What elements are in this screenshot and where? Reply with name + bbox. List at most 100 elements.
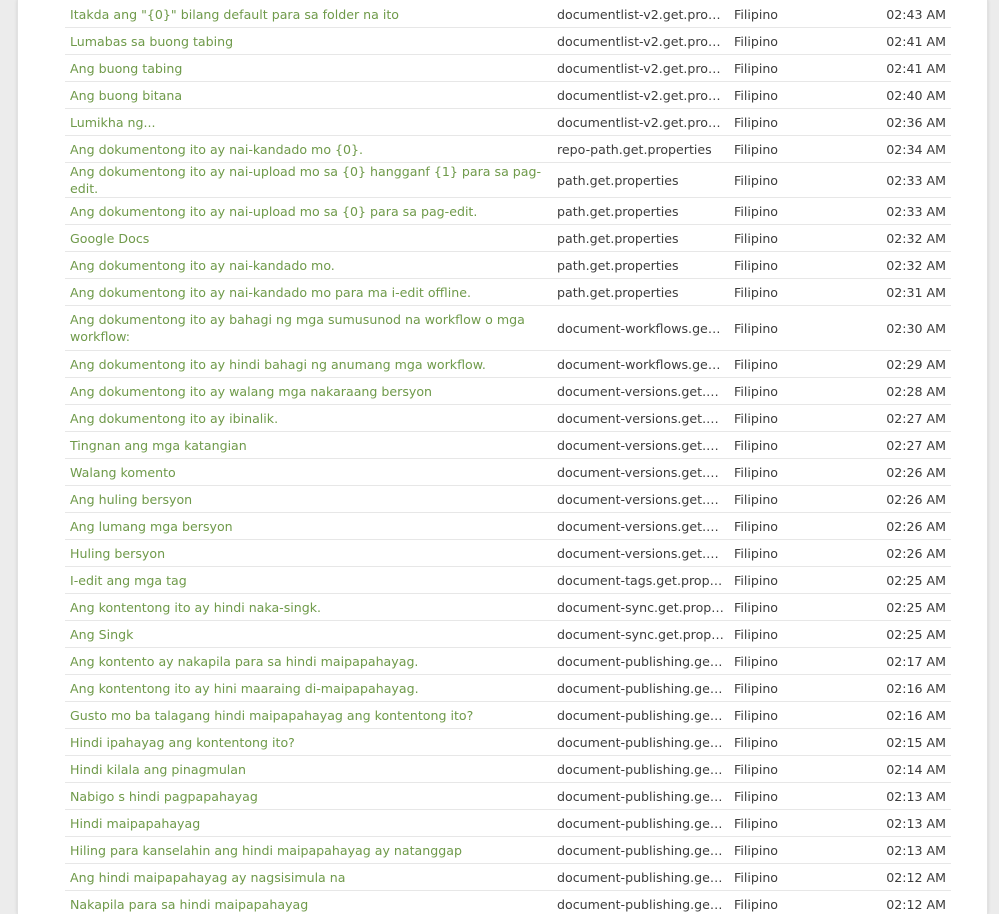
- message-link[interactable]: Tingnan ang mga katangian: [70, 438, 247, 453]
- table-row[interactable]: Hiling para kanselahin ang hindi maipapa…: [65, 836, 951, 864]
- message-link[interactable]: Ang dokumentong ito ay nai-kandado mo pa…: [70, 285, 471, 300]
- language-cell: Filipino: [729, 890, 859, 914]
- time-cell: 02:33 AM: [859, 197, 951, 225]
- table-row[interactable]: Huling bersyon document-versions.get.pro…: [65, 539, 951, 567]
- timestamp: 02:13 AM: [886, 815, 946, 831]
- message-link[interactable]: Ang huling bersyon: [70, 492, 192, 507]
- message-link[interactable]: Ang kontentong ito ay hindi naka-singk.: [70, 600, 321, 615]
- message-link[interactable]: Lumikha ng...: [70, 115, 156, 130]
- message-link[interactable]: Huling bersyon: [70, 546, 165, 561]
- table-row[interactable]: Ang kontento ay nakapila para sa hindi m…: [65, 647, 951, 675]
- key-cell: path.get.properties: [552, 278, 729, 306]
- message-link[interactable]: Hindi maipapahayag: [70, 816, 200, 831]
- table-row[interactable]: Ang dokumentong ito ay bahagi ng mga sum…: [65, 305, 951, 351]
- table-row[interactable]: I-edit ang mga tag document-tags.get.pro…: [65, 566, 951, 594]
- message-link[interactable]: Hindi kilala ang pinagmulan: [70, 762, 246, 777]
- table-row[interactable]: Ang kontentong ito ay hini maaraing di-m…: [65, 674, 951, 702]
- table-row[interactable]: Lumikha ng... documentlist-v2.get.proper…: [65, 108, 951, 136]
- message-link[interactable]: Ang Singk: [70, 627, 133, 642]
- resource-key: document-tags.get.properties: [557, 572, 724, 588]
- key-cell: document-tags.get.properties: [552, 566, 729, 594]
- time-cell: 02:13 AM: [859, 836, 951, 864]
- table-row[interactable]: Ang huling bersyon document-versions.get…: [65, 485, 951, 513]
- timestamp: 02:15 AM: [886, 734, 946, 750]
- message-link[interactable]: Walang komento: [70, 465, 176, 480]
- language-cell: Filipino: [729, 278, 859, 306]
- message-link[interactable]: Nabigo s hindi pagpapahayag: [70, 789, 258, 804]
- message-cell: Ang Singk: [65, 620, 552, 648]
- table-row[interactable]: Hindi kilala ang pinagmulan document-pub…: [65, 755, 951, 783]
- message-link[interactable]: Ang buong bitana: [70, 88, 182, 103]
- message-link[interactable]: Gusto mo ba talagang hindi maipapahayag …: [70, 708, 473, 723]
- message-link[interactable]: Ang hindi maipapahayag ay nagsisimula na: [70, 870, 345, 885]
- time-cell: 02:12 AM: [859, 890, 951, 914]
- message-link[interactable]: I-edit ang mga tag: [70, 573, 187, 588]
- timestamp: 02:26 AM: [886, 518, 946, 534]
- message-link[interactable]: Ang kontento ay nakapila para sa hindi m…: [70, 654, 418, 669]
- message-link[interactable]: Ang kontentong ito ay hini maaraing di-m…: [70, 681, 419, 696]
- message-cell: Ang huling bersyon: [65, 485, 552, 513]
- message-link[interactable]: Ang dokumentong ito ay nai-upload mo sa …: [70, 164, 541, 196]
- table-row[interactable]: Ang dokumentong ito ay nai-kandado mo pa…: [65, 278, 951, 306]
- table-row[interactable]: Nakapila para sa hindi maipapahayag docu…: [65, 890, 951, 914]
- message-link[interactable]: Lumabas sa buong tabing: [70, 34, 233, 49]
- table-row[interactable]: Nabigo s hindi pagpapahayag document-pub…: [65, 782, 951, 810]
- resource-key: document-publishing.get.properties: [557, 788, 724, 804]
- time-cell: 02:33 AM: [859, 162, 951, 198]
- message-link[interactable]: Ang buong tabing: [70, 61, 182, 76]
- language-cell: Filipino: [729, 809, 859, 837]
- table-row[interactable]: Ang dokumentong ito ay nai-kandado mo {0…: [65, 135, 951, 163]
- message-cell: Gusto mo ba talagang hindi maipapahayag …: [65, 701, 552, 729]
- message-link[interactable]: Ang dokumentong ito ay nai-upload mo sa …: [70, 204, 477, 219]
- resource-key: document-publishing.get.properties: [557, 734, 724, 750]
- message-cell: Ang lumang mga bersyon: [65, 512, 552, 540]
- table-row[interactable]: Ang dokumentong ito ay ibinalik. documen…: [65, 404, 951, 432]
- message-link[interactable]: Hiling para kanselahin ang hindi maipapa…: [70, 843, 462, 858]
- language-label: Filipino: [734, 141, 779, 157]
- table-row[interactable]: Ang lumang mga bersyon document-versions…: [65, 512, 951, 540]
- table-row[interactable]: Ang buong tabing documentlist-v2.get.pro…: [65, 54, 951, 82]
- message-link[interactable]: Ang dokumentong ito ay nai-kandado mo.: [70, 258, 335, 273]
- message-link[interactable]: Ang dokumentong ito ay hindi bahagi ng a…: [70, 357, 486, 372]
- table-row[interactable]: Gusto mo ba talagang hindi maipapahayag …: [65, 701, 951, 729]
- message-link[interactable]: Itakda ang "{0}" bilang default para sa …: [70, 7, 399, 22]
- timestamp: 02:41 AM: [886, 60, 946, 76]
- table-row[interactable]: Walang komento document-versions.get.pro…: [65, 458, 951, 486]
- message-link[interactable]: Ang dokumentong ito ay ibinalik.: [70, 411, 278, 426]
- message-link[interactable]: Ang dokumentong ito ay walang mga nakara…: [70, 384, 432, 399]
- time-cell: 02:27 AM: [859, 404, 951, 432]
- timestamp: 02:29 AM: [886, 356, 946, 372]
- resource-key: document-publishing.get.properties: [557, 680, 724, 696]
- message-link[interactable]: Hindi ipahayag ang kontentong ito?: [70, 735, 295, 750]
- message-link[interactable]: Ang dokumentong ito ay bahagi ng mga sum…: [70, 312, 525, 344]
- language-label: Filipino: [734, 491, 779, 507]
- message-link[interactable]: Google Docs: [70, 231, 149, 246]
- table-row[interactable]: Tingnan ang mga katangian document-versi…: [65, 431, 951, 459]
- language-label: Filipino: [734, 203, 779, 219]
- table-row[interactable]: Ang dokumentong ito ay hindi bahagi ng a…: [65, 350, 951, 378]
- key-cell: document-publishing.get.properties: [552, 728, 729, 756]
- table-row[interactable]: Google Docs path.get.properties Filipino…: [65, 224, 951, 252]
- table-row[interactable]: Ang dokumentong ito ay walang mga nakara…: [65, 377, 951, 405]
- table-row[interactable]: Ang hindi maipapahayag ay nagsisimula na…: [65, 863, 951, 891]
- message-link[interactable]: Nakapila para sa hindi maipapahayag: [70, 897, 308, 912]
- table-row[interactable]: Itakda ang "{0}" bilang default para sa …: [65, 1, 951, 28]
- table-row[interactable]: Ang dokumentong ito ay nai-upload mo sa …: [65, 162, 951, 198]
- table-row[interactable]: Ang Singk document-sync.get.properties F…: [65, 620, 951, 648]
- table-row[interactable]: Ang dokumentong ito ay nai-upload mo sa …: [65, 197, 951, 225]
- message-cell: Ang dokumentong ito ay hindi bahagi ng a…: [65, 350, 552, 378]
- table-row[interactable]: Ang buong bitana documentlist-v2.get.pro…: [65, 81, 951, 109]
- timestamp: 02:36 AM: [886, 114, 946, 130]
- message-link[interactable]: Ang dokumentong ito ay nai-kandado mo {0…: [70, 142, 363, 157]
- table-row[interactable]: Hindi ipahayag ang kontentong ito? docum…: [65, 728, 951, 756]
- key-cell: document-publishing.get.properties: [552, 863, 729, 891]
- message-cell: Lumabas sa buong tabing: [65, 27, 552, 55]
- table-row[interactable]: Lumabas sa buong tabing documentlist-v2.…: [65, 27, 951, 55]
- time-cell: 02:41 AM: [859, 54, 951, 82]
- table-row[interactable]: Ang kontentong ito ay hindi naka-singk. …: [65, 593, 951, 621]
- key-cell: documentlist-v2.get.properties: [552, 1, 729, 28]
- table-row[interactable]: Ang dokumentong ito ay nai-kandado mo. p…: [65, 251, 951, 279]
- message-link[interactable]: Ang lumang mga bersyon: [70, 519, 233, 534]
- table-row[interactable]: Hindi maipapahayag document-publishing.g…: [65, 809, 951, 837]
- language-cell: Filipino: [729, 512, 859, 540]
